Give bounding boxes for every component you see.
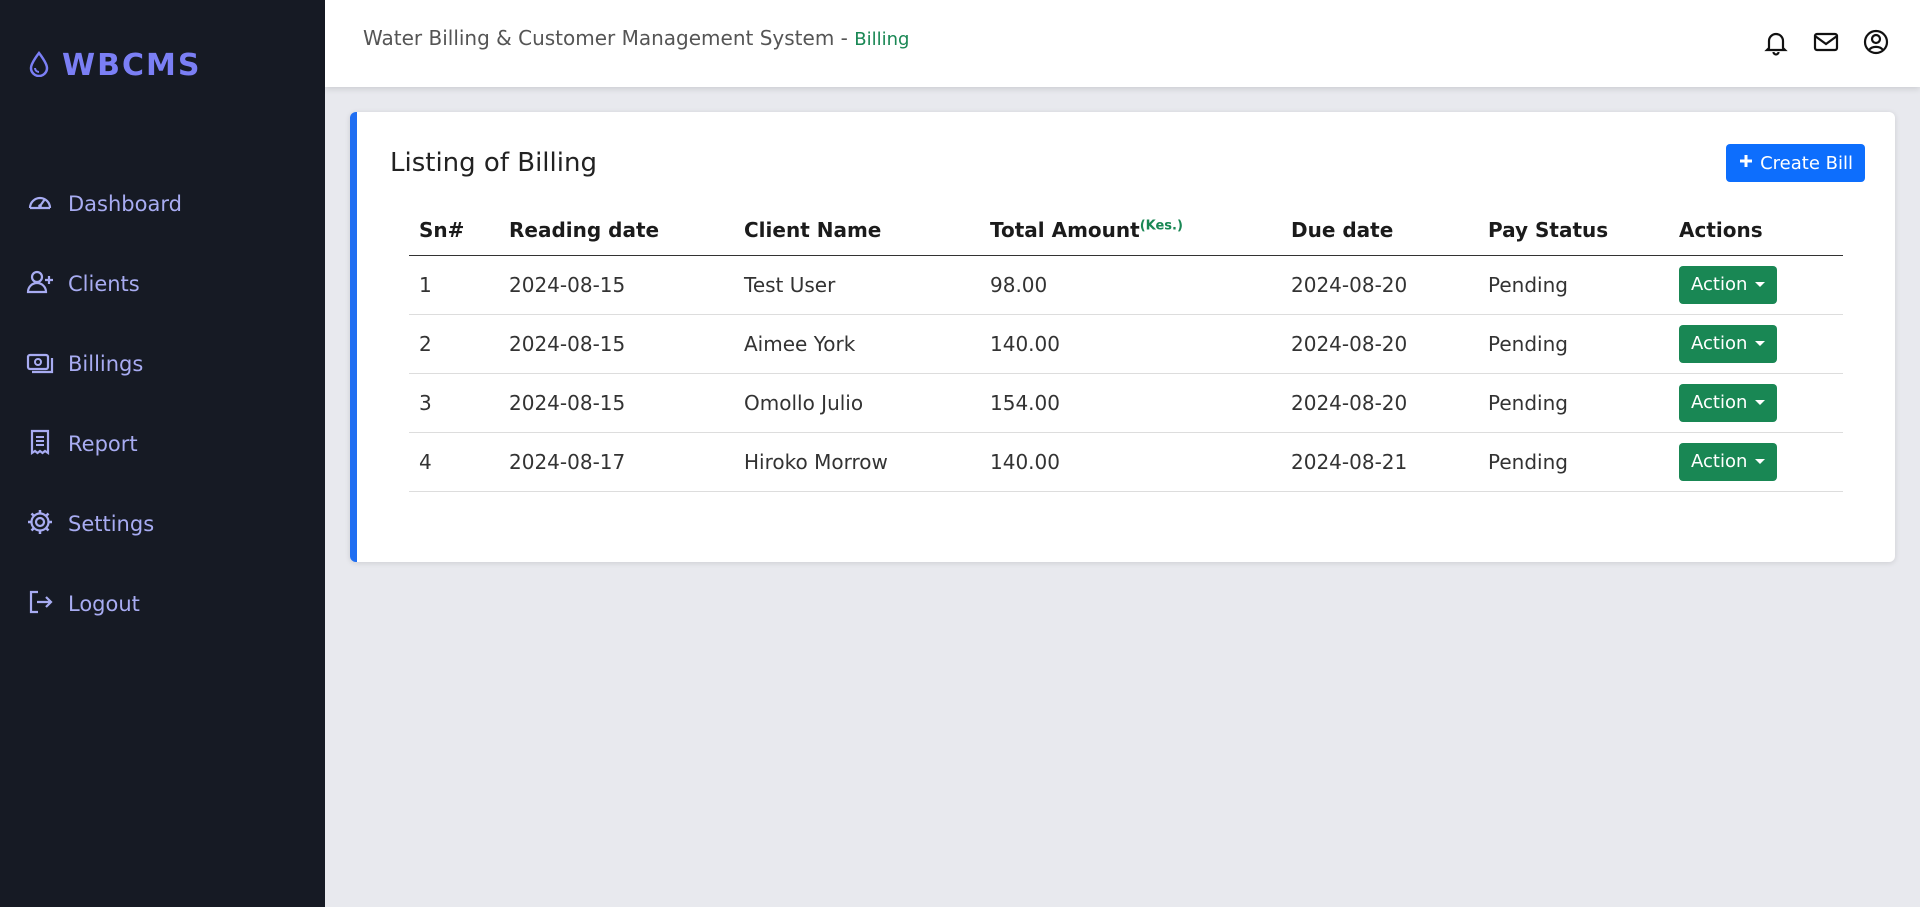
column-header-client-name: Client Name — [734, 205, 980, 256]
gauge-icon — [26, 188, 54, 221]
sidebar-item-label: Report — [68, 432, 138, 456]
cell-sn: 4 — [409, 432, 499, 492]
receipt-icon — [26, 428, 54, 461]
sidebar-item-settings[interactable]: Settings — [0, 484, 325, 564]
bell-icon[interactable] — [1762, 28, 1790, 60]
top-header: Water Billing & Customer Management Syst… — [325, 0, 1920, 87]
table-header-row: Sn# Reading date Client Name Total Amoun… — [409, 205, 1843, 256]
app-title: Water Billing & Customer Management Syst… — [363, 26, 855, 50]
mail-icon[interactable] — [1812, 28, 1840, 60]
cell-client-name: Omollo Julio — [734, 373, 980, 433]
cell-pay-status: Pending — [1478, 373, 1669, 433]
cell-reading-date: 2024-08-15 — [499, 373, 734, 433]
column-header-pay-status: Pay Status — [1478, 205, 1669, 256]
caret-down-icon — [1755, 282, 1766, 287]
sidebar-item-logout[interactable]: Logout — [0, 564, 325, 644]
cell-due-date: 2024-08-20 — [1281, 373, 1478, 433]
action-dropdown-button[interactable]: Action — [1679, 442, 1778, 481]
cell-actions: Action — [1669, 432, 1843, 492]
table-row: 3 2024-08-15 Omollo Julio 154.00 2024-08… — [409, 373, 1843, 433]
cell-total-amount: 140.00 — [980, 432, 1281, 492]
cell-pay-status: Pending — [1478, 314, 1669, 374]
cell-due-date: 2024-08-21 — [1281, 432, 1478, 492]
action-label: Action — [1691, 274, 1748, 295]
cell-client-name: Test User — [734, 255, 980, 315]
sidebar-item-clients[interactable]: Clients — [0, 244, 325, 324]
cell-reading-date: 2024-08-15 — [499, 255, 734, 315]
cell-actions: Action — [1669, 314, 1843, 374]
action-dropdown-button[interactable]: Action — [1679, 324, 1778, 363]
user-plus-icon — [26, 268, 54, 301]
cell-actions: Action — [1669, 373, 1843, 433]
cell-sn: 1 — [409, 255, 499, 315]
billing-card: Listing of Billing Create Bill Sn# Readi… — [350, 112, 1895, 562]
user-circle-icon[interactable] — [1862, 28, 1890, 60]
cell-due-date: 2024-08-20 — [1281, 255, 1478, 315]
table-row: 4 2024-08-17 Hiroko Morrow 140.00 2024-0… — [409, 432, 1843, 492]
cell-due-date: 2024-08-20 — [1281, 314, 1478, 374]
action-dropdown-button[interactable]: Action — [1679, 265, 1778, 304]
gear-icon — [26, 508, 54, 541]
card-title: Listing of Billing — [390, 148, 597, 178]
cell-pay-status: Pending — [1478, 255, 1669, 315]
cell-sn: 3 — [409, 373, 499, 433]
sidebar-item-dashboard[interactable]: Dashboard — [0, 164, 325, 244]
column-header-due-date: Due date — [1281, 205, 1478, 256]
action-dropdown-button[interactable]: Action — [1679, 383, 1778, 422]
sidebar: WBCMS Dashboard Clients Billings Report — [0, 0, 325, 907]
sidebar-item-label: Dashboard — [68, 192, 182, 216]
cell-pay-status: Pending — [1478, 432, 1669, 492]
sidebar-item-label: Clients — [68, 272, 140, 296]
logout-icon — [26, 588, 54, 621]
action-label: Action — [1691, 392, 1748, 413]
cell-client-name: Hiroko Morrow — [734, 432, 980, 492]
sidebar-item-billings[interactable]: Billings — [0, 324, 325, 404]
cell-reading-date: 2024-08-15 — [499, 314, 734, 374]
water-drop-icon — [28, 50, 50, 81]
create-bill-button[interactable]: Create Bill — [1726, 144, 1865, 182]
cell-client-name: Aimee York — [734, 314, 980, 374]
brand-name: WBCMS — [62, 48, 202, 83]
cell-sn: 2 — [409, 314, 499, 374]
cell-total-amount: 98.00 — [980, 255, 1281, 315]
create-bill-label: Create Bill — [1760, 152, 1853, 174]
billing-table: Sn# Reading date Client Name Total Amoun… — [409, 205, 1843, 492]
sidebar-item-label: Settings — [68, 512, 155, 536]
caret-down-icon — [1755, 400, 1766, 405]
breadcrumb: Billing — [854, 29, 910, 50]
header-icons — [1762, 28, 1890, 60]
plus-icon — [1738, 153, 1754, 174]
column-header-actions: Actions — [1669, 205, 1843, 256]
cell-actions: Action — [1669, 255, 1843, 315]
action-label: Action — [1691, 451, 1748, 472]
sidebar-nav: Dashboard Clients Billings Report Settin… — [0, 164, 325, 644]
page-title: Water Billing & Customer Management Syst… — [363, 26, 909, 50]
cell-total-amount: 154.00 — [980, 373, 1281, 433]
caret-down-icon — [1755, 459, 1766, 464]
table-row: 1 2024-08-15 Test User 98.00 2024-08-20 … — [409, 255, 1843, 315]
column-header-reading-date: Reading date — [499, 205, 734, 256]
brand[interactable]: WBCMS — [28, 48, 201, 83]
total-amount-label: Total Amount — [990, 217, 1140, 242]
column-header-total-amount: Total Amount(Kes.) — [980, 205, 1281, 256]
column-header-sn: Sn# — [409, 205, 499, 256]
cell-reading-date: 2024-08-17 — [499, 432, 734, 492]
table-row: 2 2024-08-15 Aimee York 140.00 2024-08-2… — [409, 314, 1843, 374]
currency-label: (Kes.) — [1139, 218, 1183, 234]
sidebar-item-label: Billings — [68, 352, 144, 376]
cash-icon — [26, 348, 54, 381]
action-label: Action — [1691, 333, 1748, 354]
cell-total-amount: 140.00 — [980, 314, 1281, 374]
sidebar-item-report[interactable]: Report — [0, 404, 325, 484]
caret-down-icon — [1755, 341, 1766, 346]
sidebar-item-label: Logout — [68, 592, 140, 616]
